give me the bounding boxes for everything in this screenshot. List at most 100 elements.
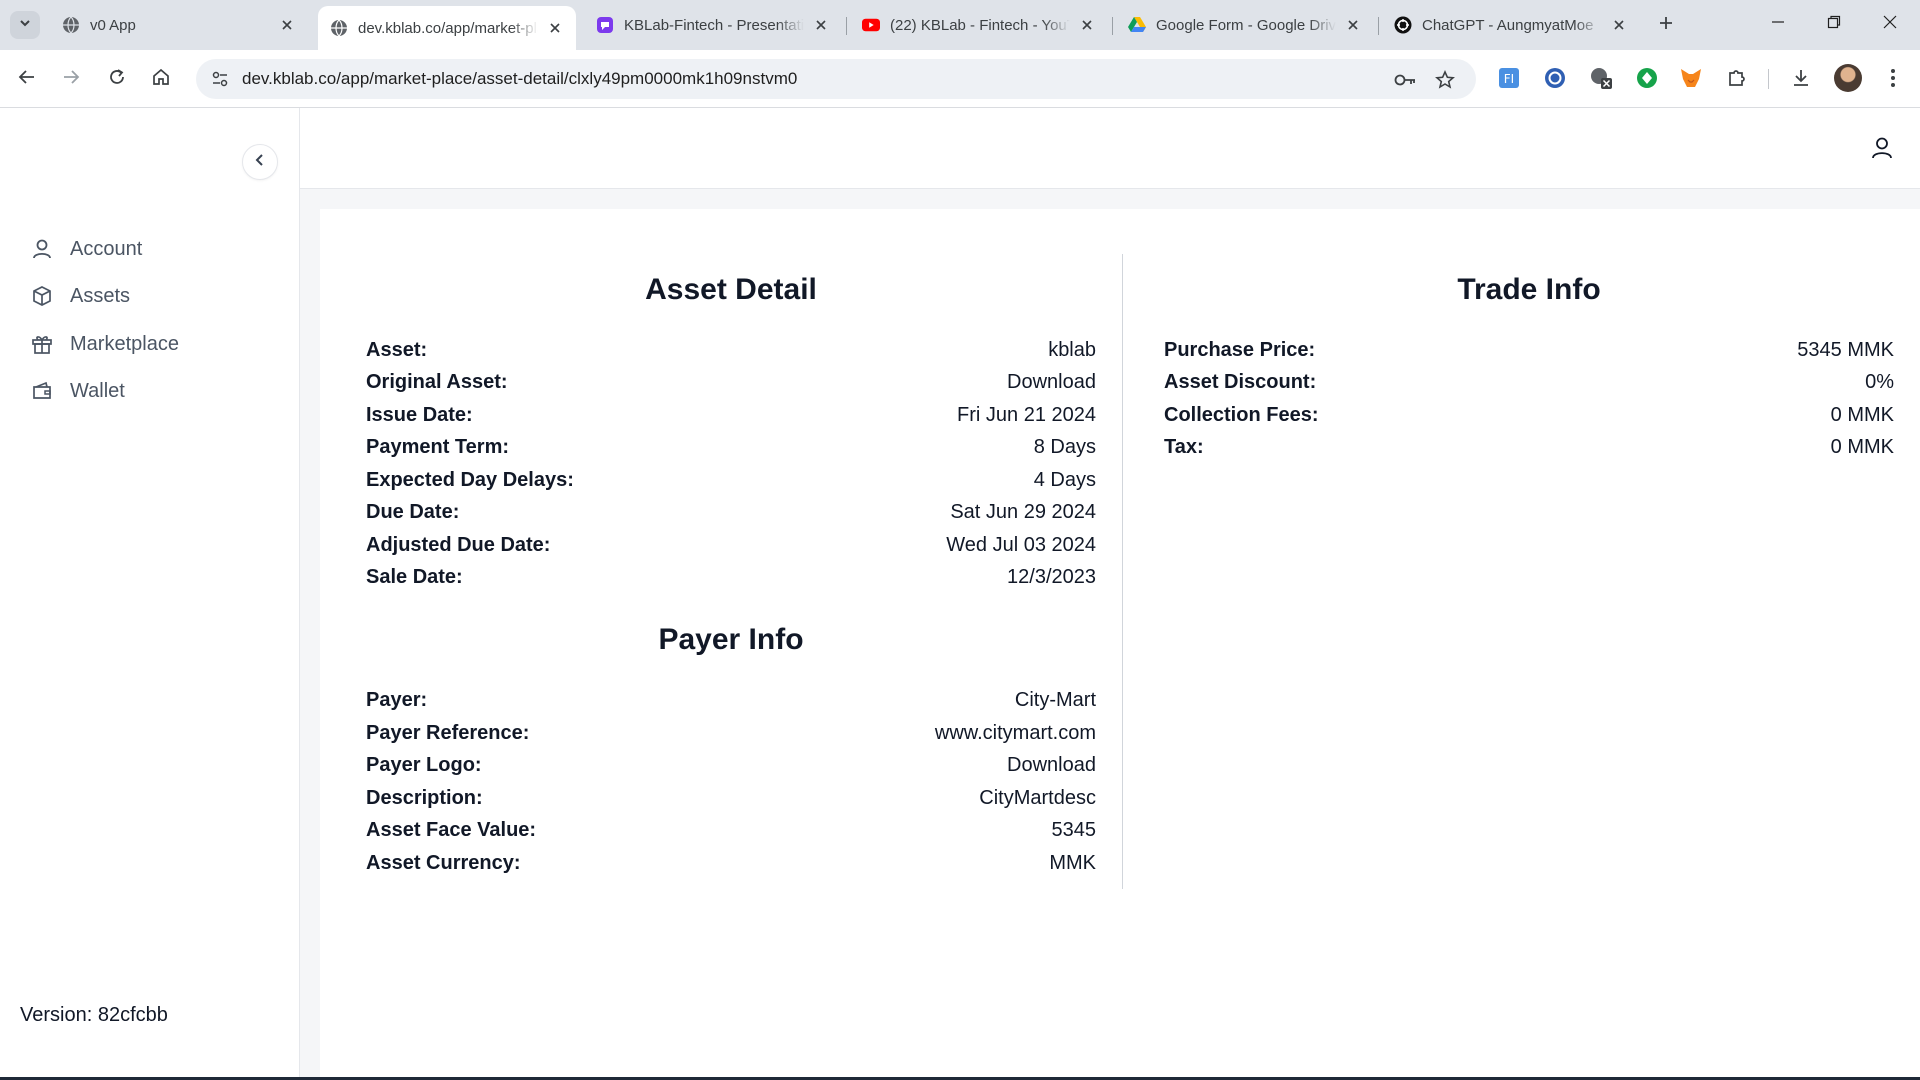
trade-row: Tax: 0 MMK xyxy=(1164,431,1894,463)
row-value: 5345 MMK xyxy=(1797,338,1894,361)
metamask-fox-icon[interactable] xyxy=(1678,65,1704,91)
tab-title: KBLab-Fintech - Presentation xyxy=(624,16,804,34)
row-label: Original Asset: xyxy=(366,370,508,393)
browser-tab[interactable]: Google Form - Google Drive xyxy=(1116,6,1374,44)
download-icon[interactable] xyxy=(1788,65,1814,91)
svg-text:FI: FI xyxy=(1504,72,1514,86)
row-label: Collection Fees: xyxy=(1164,403,1319,426)
globe-icon xyxy=(330,19,348,37)
detail-row: Adjusted Due Date: Wed Jul 03 2024 xyxy=(366,529,1096,561)
star-icon[interactable] xyxy=(1434,69,1456,91)
browser-tab[interactable]: KBLab-Fintech - Presentation xyxy=(584,6,842,44)
user-icon xyxy=(1870,136,1894,165)
browser-tab[interactable]: (22) KBLab - Fintech - YouTube xyxy=(850,6,1108,44)
sidebar: Account Assets Marketplace Wallet Versio… xyxy=(0,108,300,1080)
tab-title: dev.kblab.co/app/market-place/asset-deta… xyxy=(358,19,538,37)
sidebar-item-wallet[interactable]: Wallet xyxy=(30,376,125,406)
asset-detail-title: Asset Detail xyxy=(645,273,817,306)
user-icon xyxy=(30,237,54,261)
row-label: Issue Date: xyxy=(366,403,473,426)
close-tab-icon[interactable] xyxy=(1610,16,1628,34)
payer-reference-link[interactable]: www.citymart.com xyxy=(935,722,1096,745)
address-bar[interactable]: dev.kblab.co/app/market-place/asset-deta… xyxy=(196,59,1476,99)
minimize-button[interactable] xyxy=(1750,0,1806,48)
close-tab-icon[interactable] xyxy=(1344,16,1362,34)
shield-extension-icon[interactable] xyxy=(1588,65,1614,91)
chevron-down-icon xyxy=(18,16,32,35)
row-label: Asset Discount: xyxy=(1164,370,1317,393)
row-value: 0 MMK xyxy=(1830,403,1894,426)
diamond-extension-icon[interactable] xyxy=(1634,65,1660,91)
collapse-sidebar-button[interactable] xyxy=(242,144,278,180)
close-window-button[interactable] xyxy=(1862,0,1918,48)
url-text: dev.kblab.co/app/market-place/asset-deta… xyxy=(242,69,798,88)
original-asset-download-link[interactable]: Download xyxy=(1007,371,1096,394)
close-tab-icon[interactable] xyxy=(546,19,564,37)
grammar-extension-icon[interactable] xyxy=(1542,65,1568,91)
row-label: Tax: xyxy=(1164,435,1204,458)
more-options-icon[interactable] xyxy=(1880,65,1906,91)
close-tab-icon[interactable] xyxy=(278,16,296,34)
user-menu-button[interactable] xyxy=(1868,136,1896,164)
profile-avatar[interactable] xyxy=(1834,64,1862,92)
app-header xyxy=(300,108,1920,189)
plus-icon xyxy=(1658,15,1674,36)
new-tab-button[interactable] xyxy=(1652,11,1680,39)
main-content: Asset Detail Asset: kblab Original Asset:… xyxy=(300,189,1920,1080)
trade-info-title: Trade Info xyxy=(1457,273,1601,306)
restore-icon xyxy=(1827,15,1841,34)
payer-logo-download-link[interactable]: Download xyxy=(1007,754,1096,777)
trade-row: Asset Discount: 0% xyxy=(1164,366,1894,398)
row-label: Payer Reference: xyxy=(366,721,530,744)
tab-title: Google Form - Google Drive xyxy=(1156,16,1336,34)
column-divider xyxy=(1122,254,1123,889)
site-settings-icon[interactable] xyxy=(210,69,230,89)
close-tab-icon[interactable] xyxy=(812,16,830,34)
row-label: Payer Logo: xyxy=(366,753,482,776)
row-value: 4 Days xyxy=(1033,468,1096,491)
payer-row: Payer Logo: Download xyxy=(366,749,1096,781)
detail-row: Asset: kblab xyxy=(366,334,1096,366)
key-icon[interactable] xyxy=(1394,69,1416,91)
browser-tab[interactable]: v0 App xyxy=(50,6,308,44)
asset-detail-card: Asset Detail Asset: kblab Original Asset:… xyxy=(320,209,1920,1080)
row-value: City-Mart xyxy=(1014,688,1096,711)
version-label: Version: 82cfcbb xyxy=(20,1004,168,1026)
tab-separator xyxy=(846,17,847,35)
sidebar-item-assets[interactable]: Assets xyxy=(30,281,130,311)
row-label: Payment Term: xyxy=(366,435,510,458)
detail-row: Issue Date: Fri Jun 21 2024 xyxy=(366,399,1096,431)
row-label: Payer: xyxy=(366,688,428,711)
detail-row: Original Asset: Download xyxy=(366,366,1096,398)
payer-row: Asset Currency: MMK xyxy=(366,847,1096,879)
reload-button[interactable] xyxy=(102,64,132,94)
canva-icon xyxy=(596,16,614,34)
row-label: Sale Date: xyxy=(366,565,463,588)
drive-icon xyxy=(1128,16,1146,34)
browser-tab[interactable]: ChatGPT - AungmyatMoe xyxy=(1382,6,1640,44)
forward-button[interactable] xyxy=(56,64,86,94)
translate-extension-icon[interactable]: FI xyxy=(1496,65,1522,91)
tab-search-button[interactable] xyxy=(10,11,40,39)
sidebar-item-label: Marketplace xyxy=(70,332,179,355)
restore-button[interactable] xyxy=(1806,0,1862,48)
browser-tab-active[interactable]: dev.kblab.co/app/market-place/asset-deta… xyxy=(318,6,576,50)
reload-icon xyxy=(108,68,126,91)
row-value: 0% xyxy=(1865,370,1894,393)
close-tab-icon[interactable] xyxy=(1078,16,1096,34)
box-icon xyxy=(30,284,54,308)
payer-row: Payer Reference: www.citymart.com xyxy=(366,717,1096,749)
home-button[interactable] xyxy=(146,64,176,94)
puzzle-extensions-icon[interactable] xyxy=(1724,65,1750,91)
sidebar-item-marketplace[interactable]: Marketplace xyxy=(30,329,179,359)
sidebar-item-account[interactable]: Account xyxy=(30,234,142,264)
toolbar-separator xyxy=(1768,69,1769,89)
detail-row: Due Date: Sat Jun 29 2024 xyxy=(366,496,1096,528)
gift-icon xyxy=(30,332,54,356)
row-label: Asset Currency: xyxy=(366,851,521,874)
chatgpt-icon xyxy=(1394,16,1412,34)
youtube-icon xyxy=(862,16,880,34)
row-label: Adjusted Due Date: xyxy=(366,533,551,556)
row-value: Fri Jun 21 2024 xyxy=(957,403,1096,426)
back-button[interactable] xyxy=(12,64,42,94)
